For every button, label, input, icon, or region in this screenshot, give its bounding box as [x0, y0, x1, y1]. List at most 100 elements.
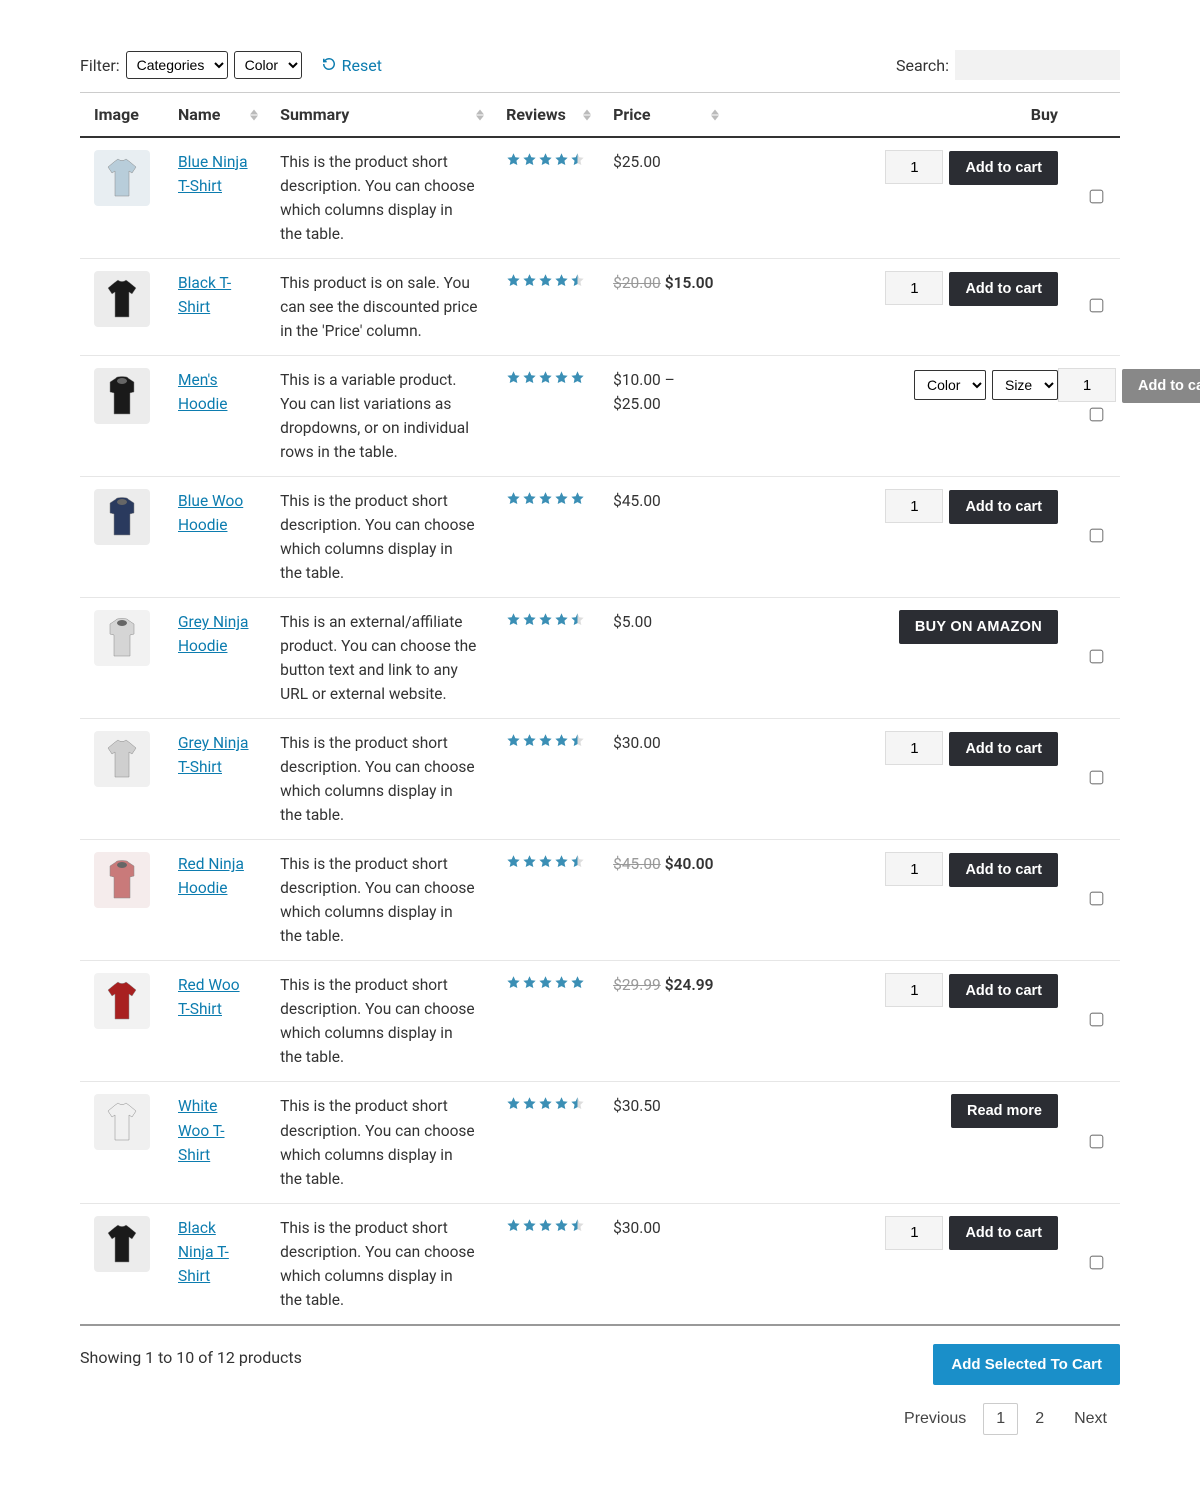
page-2-button[interactable]: 2 — [1022, 1403, 1057, 1435]
read-more-button[interactable]: Read more — [951, 1094, 1058, 1128]
prev-page-button[interactable]: Previous — [891, 1403, 979, 1435]
product-thumb[interactable] — [94, 973, 150, 1029]
row-select-checkbox[interactable] — [1090, 771, 1104, 785]
star-rating — [506, 854, 585, 869]
star-rating — [506, 273, 585, 288]
product-thumb[interactable] — [94, 150, 150, 206]
col-buy-header: Buy — [727, 93, 1072, 138]
col-summary-header[interactable]: Summary — [266, 93, 492, 138]
col-reviews-header[interactable]: Reviews — [492, 93, 599, 138]
row-select-checkbox[interactable] — [1090, 529, 1104, 543]
reset-label: Reset — [342, 56, 382, 75]
reset-link[interactable]: Reset — [322, 56, 382, 75]
product-name-link[interactable]: Blue Woo Hoodie — [178, 492, 243, 534]
product-table: Image Name Summary Reviews Price Buy — [80, 92, 1120, 1326]
product-summary: This is the product short description. Y… — [266, 840, 492, 961]
quantity-input[interactable] — [885, 150, 943, 184]
quantity-input[interactable] — [885, 1216, 943, 1250]
table-row: Grey Ninja Hoodie This is an external/aff… — [80, 598, 1120, 719]
filter-color-select[interactable]: Color — [234, 51, 302, 79]
add-to-cart-button[interactable]: Add to cart — [949, 272, 1058, 306]
product-price: $5.00 — [599, 598, 727, 719]
filter-controls: Filter: Categories Color Reset — [80, 51, 382, 79]
add-to-cart-button[interactable]: Add to cart — [949, 1216, 1058, 1250]
table-row: Grey Ninja T-Shirt This is the product sh… — [80, 719, 1120, 840]
product-name-link[interactable]: Red Woo T-Shirt — [178, 976, 240, 1018]
row-select-checkbox[interactable] — [1090, 299, 1104, 313]
table-row: White Woo T-Shirt This is the product sho… — [80, 1082, 1120, 1203]
sort-icon — [583, 109, 591, 120]
table-row: Black T-ShirtThis product is on sale. Yo… — [80, 259, 1120, 356]
product-name-link[interactable]: Blue Ninja T-Shirt — [178, 153, 248, 195]
filter-categories-select[interactable]: Categories — [126, 51, 228, 79]
sort-icon — [711, 109, 719, 120]
star-rating — [506, 975, 585, 990]
product-summary: This is the product short description. Y… — [266, 137, 492, 259]
page-1-button[interactable]: 1 — [983, 1403, 1018, 1435]
quantity-input[interactable] — [885, 731, 943, 765]
star-rating — [506, 152, 585, 167]
product-price: $25.00 — [599, 137, 727, 259]
product-name-link[interactable]: Red Ninja Hoodie — [178, 855, 244, 897]
next-page-button[interactable]: Next — [1061, 1403, 1120, 1435]
product-summary: This is a variable product. You can list… — [266, 356, 492, 477]
product-price: $45.00 — [599, 477, 727, 598]
row-select-checkbox[interactable] — [1090, 650, 1104, 664]
sort-icon — [250, 109, 258, 120]
quantity-input[interactable] — [1058, 368, 1116, 402]
row-select-checkbox[interactable] — [1090, 1013, 1104, 1027]
row-select-checkbox[interactable] — [1090, 1255, 1104, 1269]
product-name-link[interactable]: Grey Ninja T-Shirt — [178, 734, 249, 776]
product-thumb[interactable] — [94, 731, 150, 787]
col-price-header[interactable]: Price — [599, 93, 727, 138]
product-thumb[interactable] — [94, 271, 150, 327]
product-summary: This is the product short description. Y… — [266, 719, 492, 840]
quantity-input[interactable] — [885, 973, 943, 1007]
product-name-link[interactable]: Black T-Shirt — [178, 274, 231, 316]
reset-icon — [322, 56, 336, 75]
showing-text: Showing 1 to 10 of 12 products — [80, 1344, 302, 1367]
search-controls: Search: — [896, 50, 1120, 80]
col-name-header[interactable]: Name — [164, 93, 266, 138]
add-to-cart-button[interactable]: Add to cart — [1122, 369, 1200, 403]
quantity-input[interactable] — [885, 489, 943, 523]
add-to-cart-button[interactable]: Add to cart — [949, 732, 1058, 766]
variation-color-select[interactable]: Color — [914, 370, 986, 400]
product-price: $30.00 — [599, 719, 727, 840]
quantity-input[interactable] — [885, 271, 943, 305]
product-summary: This is the product short description. Y… — [266, 1082, 492, 1203]
product-thumb[interactable] — [94, 852, 150, 908]
sort-icon — [476, 109, 484, 120]
add-to-cart-button[interactable]: Add to cart — [949, 974, 1058, 1008]
col-check-header — [1072, 93, 1120, 138]
star-rating — [506, 733, 585, 748]
star-rating — [506, 612, 585, 627]
product-thumb[interactable] — [94, 610, 150, 666]
product-thumb[interactable] — [94, 489, 150, 545]
add-selected-button[interactable]: Add Selected To Cart — [933, 1344, 1120, 1385]
product-summary: This is an external/affiliate product. Y… — [266, 598, 492, 719]
product-thumb[interactable] — [94, 1094, 150, 1150]
add-to-cart-button[interactable]: Add to cart — [949, 853, 1058, 887]
variation-size-select[interactable]: Size — [992, 370, 1058, 400]
product-thumb[interactable] — [94, 368, 150, 424]
product-price: $30.50 — [599, 1082, 727, 1203]
add-to-cart-button[interactable]: Add to cart — [949, 490, 1058, 524]
table-row: Black Ninja T-ShirtThis is the product s… — [80, 1203, 1120, 1325]
add-to-cart-button[interactable]: Add to cart — [949, 151, 1058, 185]
quantity-input[interactable] — [885, 852, 943, 886]
product-name-link[interactable]: White Woo T-Shirt — [178, 1097, 225, 1163]
row-select-checkbox[interactable] — [1090, 190, 1104, 204]
product-thumb[interactable] — [94, 1216, 150, 1272]
product-name-link[interactable]: Grey Ninja Hoodie — [178, 613, 249, 655]
product-name-link[interactable]: Men's Hoodie — [178, 371, 227, 413]
star-rating — [506, 370, 585, 385]
col-image-header: Image — [80, 93, 164, 138]
buy-on-amazon-button[interactable]: BUY ON AMAZON — [899, 610, 1058, 644]
search-input[interactable] — [955, 50, 1120, 80]
row-select-checkbox[interactable] — [1090, 1134, 1104, 1148]
row-select-checkbox[interactable] — [1090, 892, 1104, 906]
product-name-link[interactable]: Black Ninja T-Shirt — [178, 1219, 229, 1285]
row-select-checkbox[interactable] — [1090, 408, 1104, 422]
product-summary: This is the product short description. Y… — [266, 477, 492, 598]
